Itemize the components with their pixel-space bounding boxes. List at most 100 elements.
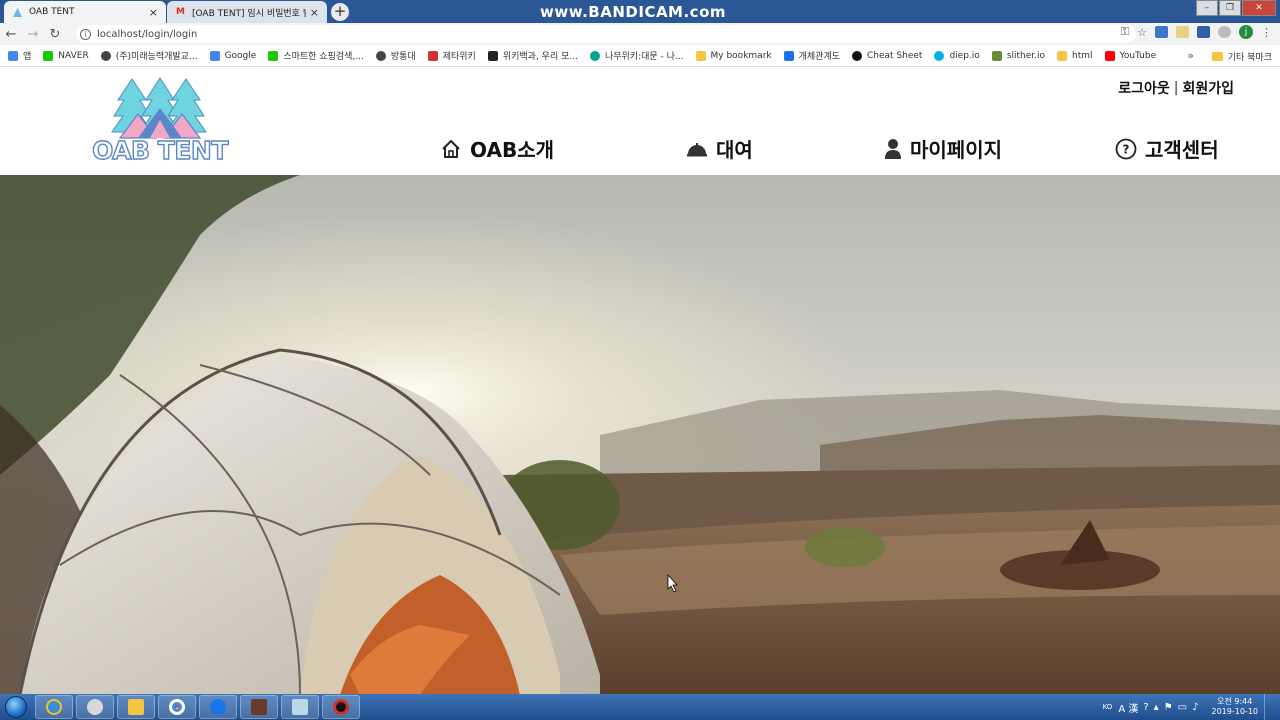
- tab-close-icon[interactable]: ×: [310, 6, 319, 19]
- bookmark-label: diep.io: [949, 50, 980, 61]
- extension-icon[interactable]: [1176, 26, 1189, 38]
- site-header: OAB TENT 로그아웃 | 회원가입 OAB소개 대여 마이페이지 ? 고객…: [0, 68, 1280, 175]
- windows-orb-icon: [5, 696, 27, 718]
- notepad-icon: [292, 699, 308, 715]
- info-icon[interactable]: i: [80, 28, 91, 40]
- bookmark-label: 스마트한 쇼핑검색,...: [283, 52, 364, 62]
- shopping-icon: [268, 50, 279, 61]
- extension-icon[interactable]: [1197, 26, 1210, 38]
- bookmark-item[interactable]: diep.io: [934, 50, 980, 61]
- bookmark-label: (주)미래능력개발교...: [115, 52, 198, 62]
- taskbar-app-tool[interactable]: [76, 695, 114, 719]
- folder-icon: [128, 699, 144, 715]
- url-text: localhost/login/login: [97, 28, 198, 40]
- nav-item-label: 대여: [716, 138, 753, 162]
- globe-icon: [100, 50, 111, 61]
- bookmark-label: 개체관계도: [798, 52, 841, 62]
- network-icon[interactable]: ▭: [1178, 702, 1187, 713]
- clock-date: 2019-10-10: [1211, 707, 1259, 716]
- tab-gmail[interactable]: M [OAB TENT] 임시 비밀번호 발급 ×: [167, 1, 327, 23]
- taskbar-app-chrome[interactable]: [158, 695, 196, 719]
- show-desktop-button[interactable]: [1264, 694, 1274, 720]
- ime-indicator[interactable]: A 漢: [1118, 700, 1138, 715]
- folder-icon: [1211, 52, 1223, 61]
- bookmarks-overflow-icon[interactable]: »: [1187, 49, 1194, 62]
- recording-watermark: www.BANDICAM.com: [540, 3, 727, 21]
- game-icon: [251, 699, 267, 715]
- start-button[interactable]: [0, 694, 32, 720]
- bookmark-item[interactable]: 방통대: [375, 49, 416, 62]
- nav-item-support[interactable]: ? 고객센터: [1115, 134, 1219, 163]
- other-bookmarks[interactable]: 기타 북마크: [1211, 50, 1272, 63]
- tab-favicon-icon: [12, 7, 23, 18]
- nav-item-mypage[interactable]: 마이페이지: [884, 134, 1002, 163]
- menu-kebab-icon[interactable]: ⋮: [1261, 26, 1272, 39]
- minimize-button[interactable]: –: [1196, 0, 1218, 16]
- bookmark-item[interactable]: 앱: [8, 49, 31, 62]
- clock[interactable]: 오전 9:44 2019-10-10: [1212, 697, 1259, 717]
- bookmark-item[interactable]: html: [1057, 50, 1093, 61]
- globe-icon: [375, 50, 386, 61]
- bookmark-item[interactable]: 개체관계도: [783, 49, 841, 62]
- folder-icon: [695, 50, 706, 61]
- bookmark-label: 나무위키:대문 - 나...: [604, 52, 684, 62]
- nav-item-about[interactable]: OAB소개: [440, 134, 554, 163]
- toolbar-right: ⚿ ☆ j ⋮: [1121, 25, 1272, 39]
- bookmark-item[interactable]: Google: [209, 50, 257, 61]
- bookmark-item[interactable]: NAVER: [43, 50, 89, 61]
- bookmark-item[interactable]: Cheat Sheet: [852, 50, 922, 61]
- nav-item-label: OAB소개: [470, 138, 554, 162]
- slither-icon: [991, 50, 1002, 61]
- restore-button[interactable]: ❐: [1219, 0, 1241, 16]
- key-icon[interactable]: ⚿: [1121, 25, 1129, 39]
- close-window-button[interactable]: ✕: [1242, 0, 1276, 16]
- flag-icon[interactable]: ⚑: [1164, 702, 1173, 713]
- bookmark-item[interactable]: 나무위키:대문 - 나...: [589, 49, 684, 62]
- service-bell-icon: [687, 142, 707, 156]
- help-circle-icon: ?: [1115, 138, 1137, 159]
- bookmark-item[interactable]: YouTube: [1104, 50, 1156, 61]
- taskbar-app-bandicam[interactable]: [322, 695, 360, 719]
- extension-icon[interactable]: [1155, 26, 1168, 38]
- logout-link[interactable]: 로그아웃: [1118, 78, 1170, 98]
- nav-item-rental[interactable]: 대여: [686, 134, 753, 163]
- bookmark-item[interactable]: 스마트한 쇼핑검색,...: [268, 49, 364, 62]
- bookmark-item[interactable]: (주)미래능력개발교...: [100, 49, 198, 62]
- extension-icon[interactable]: [1218, 26, 1231, 38]
- home-icon: [442, 139, 460, 158]
- url-input[interactable]: i localhost/login/login: [76, 25, 1136, 43]
- taskbar-app-notepad[interactable]: [281, 695, 319, 719]
- snipping-tool-icon: [87, 699, 103, 715]
- signup-link[interactable]: 회원가입: [1182, 78, 1234, 98]
- other-bookmarks-label: 기타 북마크: [1227, 53, 1272, 63]
- namuwiki-icon: [589, 50, 600, 61]
- taskbar-app-explorer[interactable]: [117, 695, 155, 719]
- reload-icon[interactable]: ↻: [44, 27, 66, 42]
- back-arrow-icon[interactable]: ←: [0, 27, 22, 42]
- bookmark-item[interactable]: My bookmark: [695, 50, 772, 61]
- taskbar: KO A 漢 ? ▴ ⚑ ▭ ♪ 오전 9:44 2019-10-10: [0, 694, 1280, 720]
- bookmark-label: 제타위키: [442, 52, 476, 62]
- bookmark-item[interactable]: 위키백과, 우리 모...: [487, 49, 578, 62]
- help-icon[interactable]: ?: [1143, 702, 1148, 713]
- taskbar-app-game[interactable]: [240, 695, 278, 719]
- chevron-up-icon[interactable]: ▴: [1154, 702, 1159, 713]
- volume-icon[interactable]: ♪: [1192, 702, 1198, 713]
- auth-links: 로그아웃 | 회원가입: [1118, 78, 1234, 98]
- bookmark-label: Google: [224, 50, 257, 61]
- profile-avatar[interactable]: j: [1239, 25, 1253, 39]
- tab-close-icon[interactable]: ×: [149, 6, 158, 19]
- bookmark-label: 위키백과, 우리 모...: [502, 52, 578, 62]
- bookmark-item[interactable]: 제타위키: [427, 49, 476, 62]
- clock-time: 오전 9:44: [1217, 697, 1253, 706]
- user-icon: [885, 138, 901, 159]
- star-icon[interactable]: ☆: [1137, 26, 1147, 39]
- language-indicator[interactable]: KO: [1103, 703, 1113, 711]
- new-tab-button[interactable]: +: [331, 3, 349, 21]
- chrome-icon: [169, 699, 185, 715]
- forward-arrow-icon[interactable]: →: [22, 27, 44, 42]
- tab-oab-tent[interactable]: OAB TENT ×: [4, 1, 166, 23]
- taskbar-app-maps[interactable]: [199, 695, 237, 719]
- taskbar-app-ie[interactable]: [35, 695, 73, 719]
- bookmark-item[interactable]: slither.io: [991, 50, 1045, 61]
